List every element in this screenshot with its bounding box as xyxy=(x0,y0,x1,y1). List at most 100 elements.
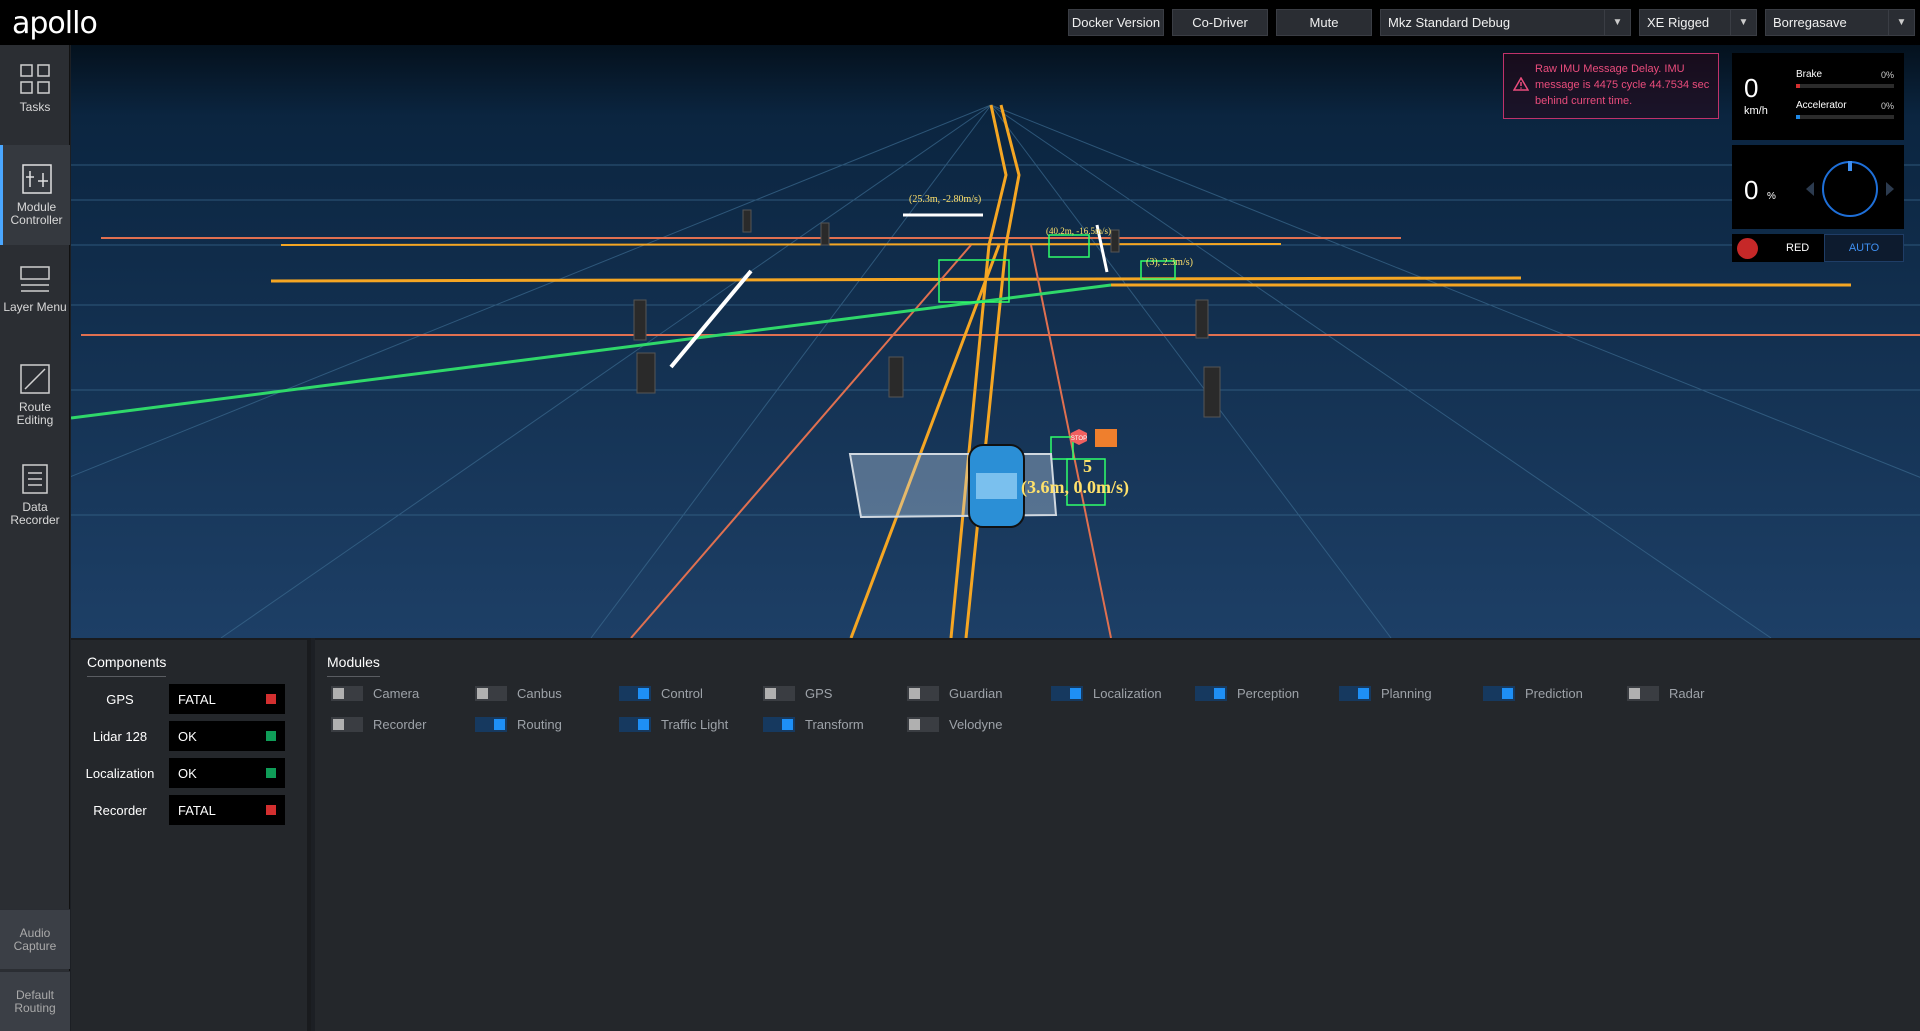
steering-unit: % xyxy=(1767,191,1776,202)
component-name: Localization xyxy=(85,766,155,781)
module-label: GPS xyxy=(805,685,833,701)
toggle-knob xyxy=(477,687,488,699)
sidebar-item-label: Route Editing xyxy=(16,400,54,427)
toggle-knob xyxy=(333,718,344,730)
module-toggle-guardian[interactable]: Guardian xyxy=(907,683,1002,703)
default-routing-button[interactable]: Default Routing xyxy=(0,971,70,1031)
accelerator-bar xyxy=(1796,115,1894,119)
toggle-knob xyxy=(909,687,920,699)
ego-speed-label: (3.6m, 0.0m/s) xyxy=(1021,477,1129,498)
audio-capture-button[interactable]: Audio Capture xyxy=(0,909,70,969)
module-toggle-prediction[interactable]: Prediction xyxy=(1483,683,1583,703)
module-toggle-perception[interactable]: Perception xyxy=(1195,683,1299,703)
warning-icon xyxy=(1513,77,1529,91)
sidebar: Tasks Module Controller Layer Menu Route… xyxy=(0,45,70,1031)
module-label: Recorder xyxy=(373,716,427,732)
traffic-light-icon xyxy=(1737,238,1758,259)
brake-bar xyxy=(1796,84,1894,88)
speed-panel: 0 km/h Brake 0% Accelerator 0% xyxy=(1732,53,1904,140)
module-label: Perception xyxy=(1237,685,1300,701)
grid-icon xyxy=(20,64,50,94)
speed-unit: km/h xyxy=(1744,105,1768,117)
module-label: Canbus xyxy=(517,685,562,701)
co-driver-button[interactable]: Co-Driver xyxy=(1172,9,1268,36)
steering-value: 0 xyxy=(1744,175,1759,205)
component-status-text: OK xyxy=(178,765,197,781)
toggle-switch[interactable] xyxy=(763,685,795,701)
toggle-switch[interactable] xyxy=(763,716,795,732)
vehicle-mode-value: Mkz Standard Debug xyxy=(1388,15,1511,30)
module-label: Routing xyxy=(517,716,562,732)
module-toggle-control[interactable]: Control xyxy=(619,683,703,703)
steering-wheel-icon xyxy=(1806,161,1894,217)
docker-version-button[interactable]: Docker Version xyxy=(1068,9,1164,36)
driving-mode-badge: AUTO xyxy=(1824,234,1904,262)
module-label: Localization xyxy=(1093,685,1162,701)
accelerator-label: Accelerator xyxy=(1796,100,1847,111)
apollo-logo: apollo xyxy=(12,6,98,41)
module-toggle-radar[interactable]: Radar xyxy=(1627,683,1704,703)
sidebar-item-label: Tasks xyxy=(19,100,51,114)
module-toggle-traffic-light[interactable]: Traffic Light xyxy=(619,714,728,734)
ego-id-label: 5 xyxy=(1083,456,1092,476)
toggle-switch[interactable] xyxy=(475,716,507,732)
obstacle-label: (40.2m, -16.5m/s) xyxy=(1046,226,1111,236)
sidebar-item-tasks[interactable]: Tasks xyxy=(0,45,70,145)
scene-view[interactable]: (25.3m, -2.80m/s) (40.2m, -16.5m/s) (3),… xyxy=(71,45,1920,638)
toggle-switch[interactable] xyxy=(1051,685,1083,701)
toggle-switch[interactable] xyxy=(1195,685,1227,701)
component-status: OK xyxy=(169,721,285,751)
traffic-light-status: RED xyxy=(1786,242,1810,254)
module-toggle-canbus[interactable]: Canbus xyxy=(475,683,562,703)
sidebar-item-data-recorder[interactable]: Data Recorder xyxy=(0,445,70,545)
status-indicator xyxy=(266,694,276,704)
toggle-knob xyxy=(782,718,793,730)
toggle-switch[interactable] xyxy=(907,716,939,732)
mute-button[interactable]: Mute xyxy=(1276,9,1372,36)
module-toggle-camera[interactable]: Camera xyxy=(331,683,419,703)
vehicle-select[interactable]: XE Rigged ▼ xyxy=(1639,9,1757,36)
module-toggle-gps[interactable]: GPS xyxy=(763,683,832,703)
module-toggle-transform[interactable]: Transform xyxy=(763,714,864,734)
component-status-text: FATAL xyxy=(178,802,216,818)
toggle-knob xyxy=(765,687,776,699)
module-label: Radar xyxy=(1669,685,1705,701)
speed-value: 0 xyxy=(1744,73,1759,103)
module-label: Prediction xyxy=(1525,685,1583,701)
module-label: Transform xyxy=(805,716,864,732)
sidebar-item-route-editing[interactable]: Route Editing xyxy=(0,345,70,445)
monitor-alert: Raw IMU Message Delay. IMU message is 44… xyxy=(1503,53,1719,119)
component-row: GPS FATAL xyxy=(71,684,311,714)
module-label: Control xyxy=(661,685,703,701)
toggle-switch[interactable] xyxy=(907,685,939,701)
component-row: Localization OK xyxy=(71,758,311,788)
route-edit-icon xyxy=(20,364,50,394)
module-toggle-routing[interactable]: Routing xyxy=(475,714,562,734)
toggle-switch[interactable] xyxy=(1483,685,1515,701)
toggle-switch[interactable] xyxy=(331,685,363,701)
module-toggle-velodyne[interactable]: Velodyne xyxy=(907,714,1003,734)
module-toggle-localization[interactable]: Localization xyxy=(1051,683,1162,703)
toggle-switch[interactable] xyxy=(331,716,363,732)
components-panel: Components GPS FATAL Lidar 128 OK Localizati… xyxy=(71,638,311,1031)
module-toggle-recorder[interactable]: Recorder xyxy=(331,714,426,734)
accelerator-percent: 0% xyxy=(1880,101,1894,111)
toggle-switch[interactable] xyxy=(475,685,507,701)
chevron-down-icon: ▼ xyxy=(1888,10,1914,35)
chevron-down-icon: ▼ xyxy=(1604,10,1630,35)
component-name: Lidar 128 xyxy=(92,729,148,744)
vehicle-mode-select[interactable]: Mkz Standard Debug ▼ xyxy=(1380,9,1631,36)
sidebar-item-layer-menu[interactable]: Layer Menu xyxy=(0,245,70,345)
status-indicator xyxy=(266,805,276,815)
top-bar: apollo Docker Version Co-Driver Mute Mkz… xyxy=(0,0,1920,45)
toggle-switch[interactable] xyxy=(619,716,651,732)
sidebar-item-module-controller[interactable]: Module Controller xyxy=(0,145,70,245)
alert-text: Raw IMU Message Delay. IMU message is 44… xyxy=(1535,63,1710,107)
module-toggle-planning[interactable]: Planning xyxy=(1339,683,1432,703)
toggle-switch[interactable] xyxy=(619,685,651,701)
map-select[interactable]: Borregasave ▼ xyxy=(1765,9,1915,36)
module-label: Planning xyxy=(1381,685,1432,701)
toggle-switch[interactable] xyxy=(1339,685,1371,701)
toggle-switch[interactable] xyxy=(1627,685,1659,701)
chevron-down-icon: ▼ xyxy=(1730,10,1756,35)
